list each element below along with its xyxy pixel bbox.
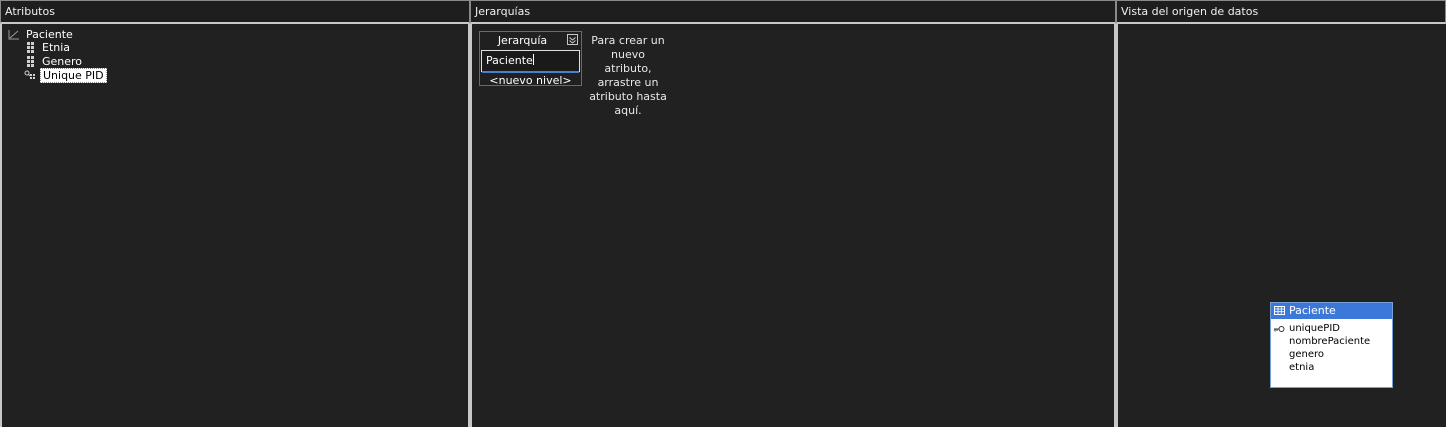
hierarchy-card[interactable]: Jerarquía Paciente <nuevo nivel> — [479, 31, 582, 87]
drop-hint-text: Para crear un nuevo atributo, arrastre u… — [589, 34, 667, 117]
dsv-pane-title: Vista del origen de datos — [1116, 0, 1446, 24]
hierarchy-level-value: Paciente — [486, 54, 533, 67]
dsv-column[interactable]: uniquePID — [1271, 322, 1392, 335]
attributes-tree[interactable]: Paciente Etnia Genero Unique PID — [0, 24, 470, 427]
dsv-column-name: etnia — [1289, 362, 1315, 373]
dsv-column-name: uniquePID — [1289, 323, 1340, 334]
tree-item-label: Unique PID — [40, 68, 107, 83]
attributes-pane-title: Atributos — [0, 0, 470, 24]
dsv-column-name: nombrePaciente — [1289, 336, 1371, 347]
dsv-table-paciente[interactable]: Paciente uniquePID nombrePaciente genero… — [1270, 302, 1393, 388]
dsv-canvas[interactable]: Paciente uniquePID nombrePaciente genero… — [1116, 24, 1446, 427]
hierarchy-level-input[interactable]: Paciente — [481, 50, 580, 73]
hierarchies-pane: Jerarquías Jerarquía Paciente <nuevo niv… — [470, 0, 1116, 427]
dsv-column-name: genero — [1289, 349, 1324, 360]
hierarchy-title[interactable]: Jerarquía — [480, 34, 581, 48]
tree-item-unique-pid[interactable]: Unique PID — [24, 68, 107, 83]
tree-item-etnia[interactable]: Etnia — [24, 41, 72, 54]
dsv-table-header[interactable]: Paciente — [1271, 303, 1392, 319]
dsv-column[interactable]: genero — [1271, 348, 1392, 361]
tree-item-label: Paciente — [26, 28, 73, 41]
table-icon — [1274, 304, 1285, 315]
text-cursor — [532, 54, 534, 65]
attribute-icon — [24, 56, 36, 67]
dsv-pane: Vista del origen de datos Paciente uniqu… — [1116, 0, 1446, 427]
tree-item-genero[interactable]: Genero — [24, 55, 84, 68]
tree-item-label: Etnia — [42, 41, 71, 54]
attributes-pane: Atributos Paciente Etnia Genero Unique P… — [0, 0, 470, 427]
new-level-placeholder[interactable]: <nuevo nivel> — [480, 74, 581, 87]
dsv-column[interactable]: etnia — [1271, 361, 1392, 374]
key-attribute-icon — [24, 70, 36, 81]
dsv-table-name: Paciente — [1289, 304, 1336, 317]
tree-item-label: Genero — [42, 55, 83, 68]
level-underline — [482, 71, 579, 73]
primary-key-icon — [1273, 324, 1285, 332]
dsv-column[interactable]: nombrePaciente — [1271, 335, 1392, 348]
hierarchies-pane-title: Jerarquías — [470, 0, 1116, 24]
hierarchies-canvas[interactable]: Jerarquía Paciente <nuevo nivel> Para cr… — [470, 24, 1116, 427]
dimension-icon — [8, 29, 20, 40]
attribute-icon — [24, 42, 36, 53]
tree-item-paciente[interactable]: Paciente — [8, 28, 75, 41]
collapse-chevron-icon[interactable] — [567, 34, 578, 45]
